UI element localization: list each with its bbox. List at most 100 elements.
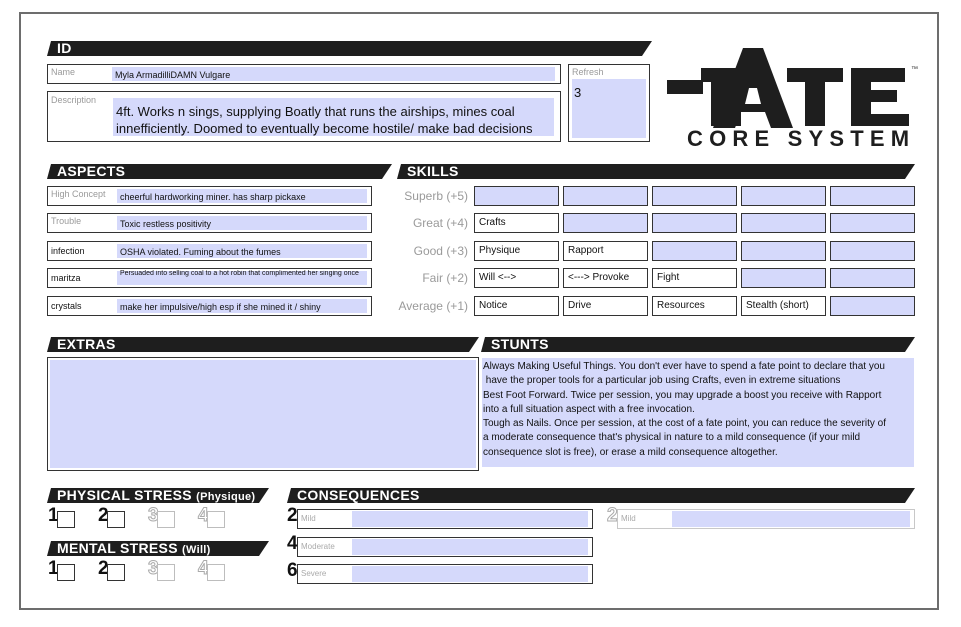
skill-slot[interactable] — [830, 296, 915, 316]
consequence-slot[interactable]: Moderate — [297, 537, 593, 557]
consequence-shift: 2 — [607, 505, 619, 526]
stunt-line: Always Making Useful Things. You don't e… — [483, 361, 885, 372]
skill-slot[interactable] — [741, 186, 826, 206]
aspect-row[interactable]: maritza Persuaded into selling coal to a … — [47, 268, 372, 288]
stress-box[interactable] — [57, 511, 75, 528]
aspect-value: Toxic restless positivity — [120, 219, 212, 229]
skill-slot[interactable] — [474, 186, 559, 206]
aspect-row[interactable]: crystals make her impulsive/high esp if s… — [47, 296, 372, 316]
character-sheet: ID Name Myla ArmadilliDAMN Vulgare Descr… — [19, 12, 939, 610]
name-value: Myla ArmadilliDAMN Vulgare — [115, 70, 231, 80]
refresh-label: Refresh — [572, 67, 604, 77]
skills-header: SKILLS — [397, 164, 915, 179]
consequence-label: Mild — [301, 514, 316, 523]
skill-slot[interactable] — [652, 213, 737, 233]
name-field[interactable]: Name Myla ArmadilliDAMN Vulgare — [47, 64, 561, 84]
skill-slot[interactable]: Fight — [652, 268, 737, 288]
stress-box[interactable] — [157, 564, 175, 581]
physical-stress-header: PHYSICAL STRESS (Physique) — [47, 488, 269, 503]
aspect-label: crystals — [51, 301, 82, 311]
refresh-field[interactable]: Refresh 3 — [568, 64, 650, 142]
consequences-header: CONSEQUENCES — [287, 488, 915, 503]
description-line-2: innefficiently. Doomed to eventually bec… — [116, 121, 533, 136]
description-label: Description — [51, 95, 97, 105]
skill-level-label: Great (+4) — [412, 216, 468, 230]
skill-slot[interactable] — [563, 213, 648, 233]
aspect-value: Persuaded into selling coal to a hot rob… — [120, 270, 359, 277]
stunt-line: Best Foot Forward. Twice per session, yo… — [483, 389, 882, 401]
skill-slot[interactable] — [741, 241, 826, 261]
stunt-line: a moderate consequence that's physical i… — [483, 432, 861, 444]
consequence-slot[interactable]: Severe — [297, 564, 593, 584]
aspect-value: make her impulsive/high esp if she mined… — [120, 302, 321, 312]
aspect-label: High Concept — [51, 189, 106, 199]
stress-box[interactable] — [57, 564, 75, 581]
consequence-slot[interactable]: Mild — [617, 509, 915, 529]
aspect-row[interactable]: infection OSHA violated. Fuming about the… — [47, 241, 372, 261]
consequence-label: Moderate — [301, 542, 335, 551]
extras-area[interactable] — [47, 357, 479, 471]
skill-slot[interactable] — [652, 241, 737, 261]
aspect-label: maritza — [51, 273, 81, 283]
aspect-label: Trouble — [51, 216, 82, 226]
physical-stress-title: PHYSICAL STRESS — [57, 487, 192, 503]
description-field[interactable]: Description 4ft. Works n sings, supplyin… — [47, 91, 561, 142]
skill-slot[interactable] — [652, 186, 737, 206]
skill-slot[interactable] — [741, 268, 826, 288]
skill-slot[interactable] — [830, 213, 915, 233]
aspect-value: cheerful hardworking miner. has sharp pi… — [120, 192, 306, 202]
stunts-header: STUNTS — [481, 337, 915, 352]
skill-slot[interactable]: Rapport — [563, 241, 648, 261]
aspects-header: ASPECTS — [47, 164, 392, 179]
aspect-row[interactable]: Trouble Toxic restless positivity — [47, 213, 372, 233]
skill-slot[interactable]: Will <--> — [474, 268, 559, 288]
skill-slot[interactable]: Crafts — [474, 213, 559, 233]
consequence-shift: 4 — [287, 533, 298, 554]
skill-slot[interactable]: Drive — [563, 296, 648, 316]
aspect-value: OSHA violated. Fuming about the fumes — [120, 247, 281, 257]
stunt-line: consequence slot is free), or erase a mi… — [483, 446, 778, 458]
stunt-line: Tough as Nails. Once per session, at the… — [483, 418, 887, 430]
stunt-line: into a full situation aspect with a free… — [483, 403, 695, 415]
skill-level-label: Fair (+2) — [422, 271, 468, 285]
stress-box[interactable] — [157, 511, 175, 528]
skill-level-label: Good (+3) — [413, 244, 468, 258]
stress-box[interactable] — [107, 564, 125, 581]
skill-slot[interactable]: Stealth (short) — [741, 296, 826, 316]
mental-stress-title: MENTAL STRESS — [57, 540, 178, 556]
aspect-row[interactable]: High Concept cheerful hardworking miner. … — [47, 186, 372, 206]
consequence-shift: 2 — [287, 505, 298, 526]
mental-stress-header: MENTAL STRESS (Will) — [47, 541, 269, 556]
stunts-area[interactable]: Always Making Useful Things. You don't e… — [481, 357, 915, 468]
logo-tm: ™ — [911, 66, 918, 73]
id-header: ID — [47, 41, 652, 56]
skill-slot[interactable] — [830, 241, 915, 261]
aspect-label: infection — [51, 246, 85, 256]
description-line-1: 4ft. Works n sings, supplying Boatly tha… — [116, 104, 515, 119]
physical-stress-sub: (Physique) — [196, 491, 256, 503]
consequence-shift: 6 — [287, 560, 298, 581]
name-label: Name — [51, 67, 76, 77]
stunt-line: have the proper tools for a particular j… — [483, 375, 841, 387]
consequence-label: Severe — [301, 569, 327, 578]
skill-slot[interactable] — [830, 268, 915, 288]
skill-slot[interactable] — [830, 186, 915, 206]
mental-stress-sub: (Will) — [182, 544, 211, 556]
refresh-value: 3 — [574, 85, 582, 100]
skill-slot[interactable]: Physique — [474, 241, 559, 261]
stress-box[interactable] — [207, 564, 225, 581]
stress-box[interactable] — [107, 511, 125, 528]
skill-level-label: Average (+1) — [398, 299, 469, 313]
consequence-slot[interactable]: Mild — [297, 509, 593, 529]
skill-slot[interactable]: Resources — [652, 296, 737, 316]
stress-box[interactable] — [207, 511, 225, 528]
logo-subtitle: CORE SYSTEM — [687, 126, 916, 151]
skill-slot[interactable] — [741, 213, 826, 233]
fate-logo: ™ CORE SYSTEM — [661, 28, 923, 152]
skill-slot[interactable] — [563, 186, 648, 206]
skill-slot[interactable]: Notice — [474, 296, 559, 316]
skill-slot[interactable]: <---> Provoke — [563, 268, 648, 288]
extras-header: EXTRAS — [47, 337, 479, 352]
skill-level-label: Superb (+5) — [404, 189, 468, 203]
consequence-label: Mild — [621, 514, 636, 523]
